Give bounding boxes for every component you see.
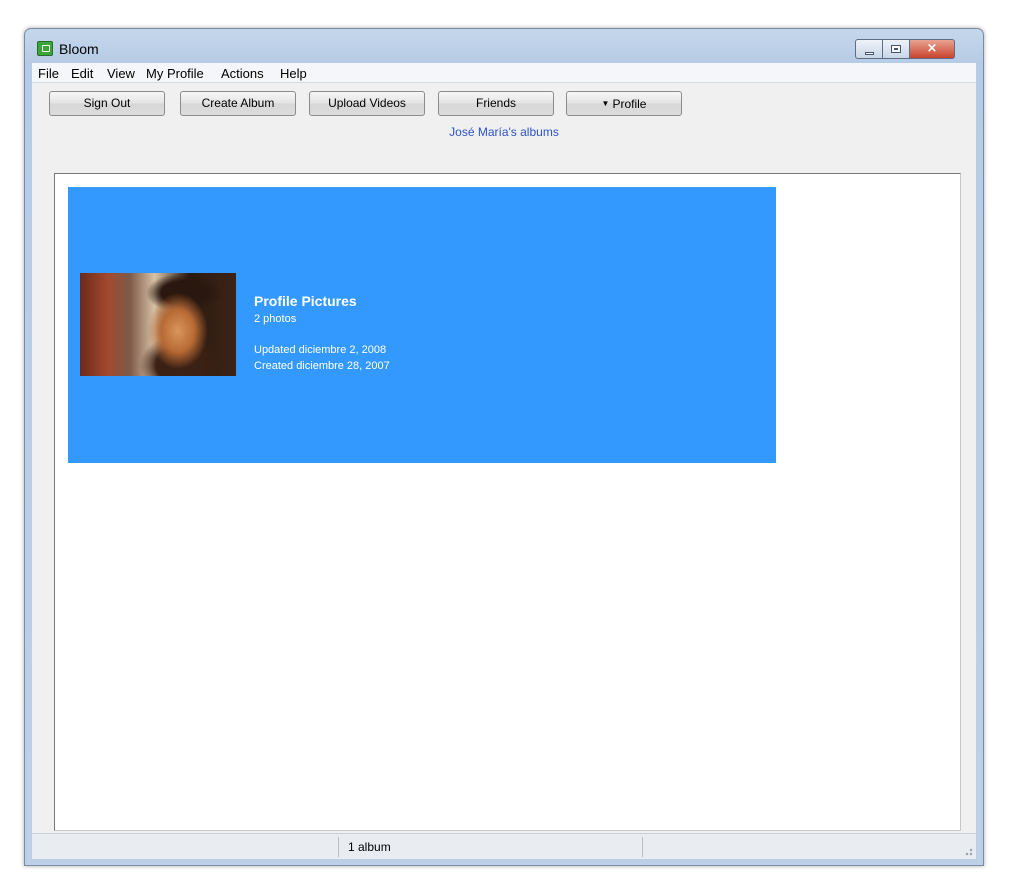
create-album-button[interactable]: Create Album	[180, 91, 296, 116]
album-card[interactable]: Profile Pictures 2 photos Updated diciem…	[68, 187, 776, 463]
dropdown-arrow-icon: ▼	[601, 99, 610, 108]
close-button[interactable]: ×	[910, 39, 955, 59]
album-name: Profile Pictures	[254, 293, 357, 309]
menu-actions[interactable]: Actions	[221, 66, 264, 81]
album-thumbnail[interactable]	[80, 273, 236, 376]
maximize-icon	[891, 45, 901, 53]
status-bar: 1 album	[32, 833, 976, 859]
menu-my-profile[interactable]: My Profile	[146, 66, 204, 81]
sign-out-button[interactable]: Sign Out	[49, 91, 165, 116]
maximize-button[interactable]	[883, 39, 910, 59]
client-area: File Edit View My Profile Actions Help S…	[32, 63, 976, 859]
menu-file[interactable]: File	[38, 66, 59, 81]
minimize-button[interactable]	[855, 39, 883, 59]
window-title: Bloom	[59, 41, 99, 57]
status-album-count: 1 album	[348, 840, 391, 854]
title-bar[interactable]: Bloom ×	[25, 29, 983, 63]
upload-videos-button[interactable]: Upload Videos	[309, 91, 425, 116]
bloom-app-icon	[37, 41, 53, 56]
minimize-icon	[865, 52, 874, 55]
album-created-date: Created diciembre 28, 2007	[254, 360, 390, 372]
menu-bar: File Edit View My Profile Actions Help	[32, 63, 976, 83]
menu-edit[interactable]: Edit	[71, 66, 93, 81]
close-icon: ×	[926, 41, 938, 56]
resize-grip-icon[interactable]	[963, 846, 973, 856]
status-divider	[338, 837, 339, 857]
albums-page-title[interactable]: José María's albums	[32, 125, 976, 139]
profile-dropdown-button[interactable]: ▼ Profile	[566, 91, 682, 116]
menu-view[interactable]: View	[107, 66, 135, 81]
app-window: Bloom × File Edit View My Profile Action…	[24, 28, 984, 866]
profile-button-label: Profile	[612, 97, 647, 111]
status-divider	[642, 837, 643, 857]
menu-help[interactable]: Help	[280, 66, 307, 81]
albums-panel[interactable]: Profile Pictures 2 photos Updated diciem…	[54, 173, 961, 831]
friends-button[interactable]: Friends	[438, 91, 554, 116]
album-updated-date: Updated diciembre 2, 2008	[254, 344, 387, 356]
album-photo-count: 2 photos	[254, 313, 297, 325]
